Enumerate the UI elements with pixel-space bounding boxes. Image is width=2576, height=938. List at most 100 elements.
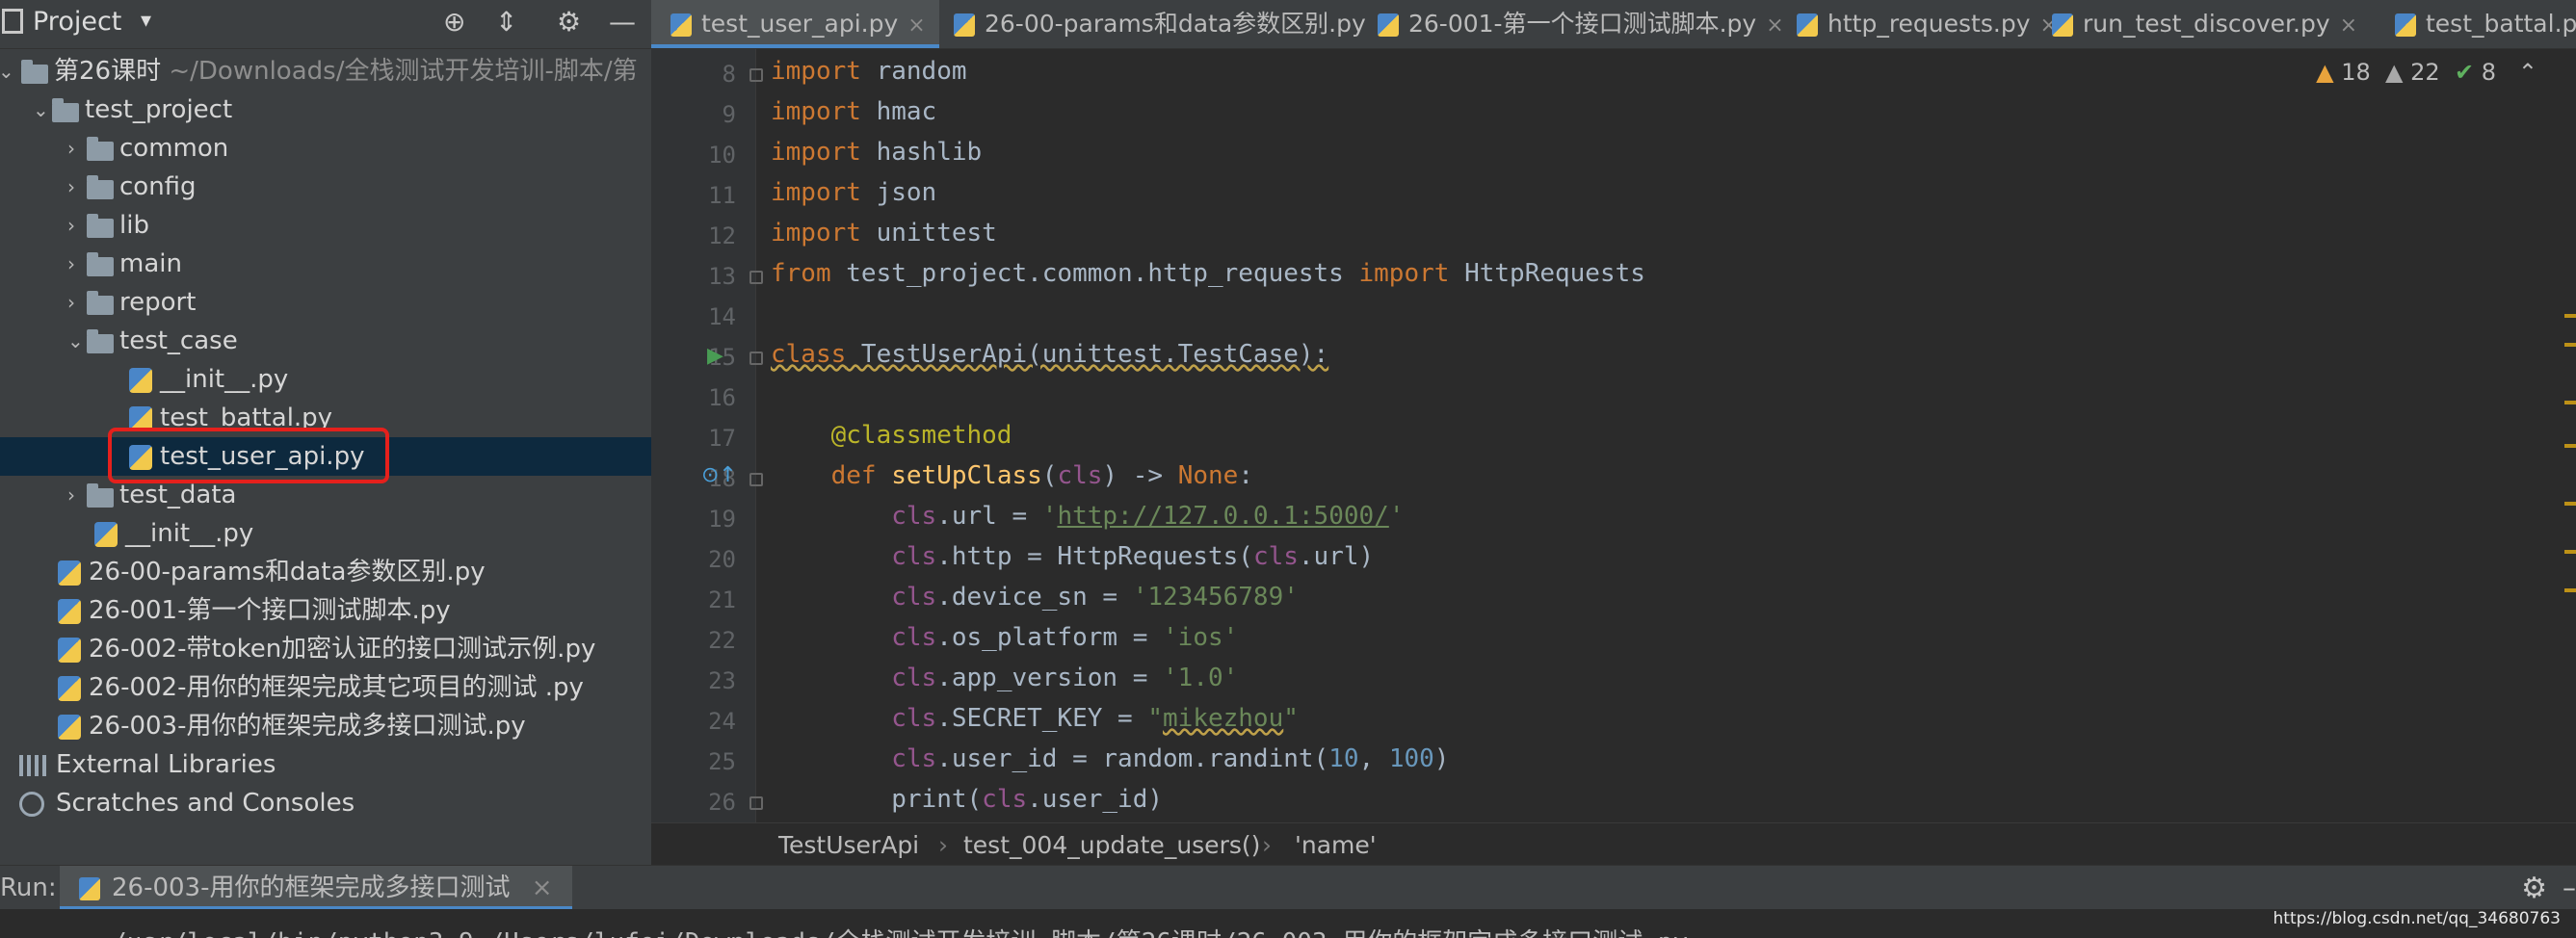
gear-icon[interactable]: ⚙ (557, 6, 581, 38)
code-token: import (771, 97, 861, 126)
breadcrumb-method[interactable]: test_004_update_users() (963, 831, 1260, 859)
fold-toggle-icon[interactable] (749, 352, 763, 365)
tab-label: http_requests.py (1827, 10, 2031, 38)
close-icon[interactable]: × (532, 873, 553, 902)
run-gutter-icon[interactable]: ▶ (707, 344, 723, 368)
tree-folder[interactable]: › report (0, 283, 651, 322)
code-line[interactable]: import unittest (771, 219, 997, 248)
breadcrumb-class[interactable]: TestUserApi (778, 831, 919, 859)
override-gutter-icon[interactable]: ⊙↑ (701, 463, 737, 487)
tree-folder[interactable]: ⌄ 第26课时 ~/Downloads/全栈测试开发培训-脚本/第 (0, 52, 651, 91)
editor-tab[interactable]: 26-001-第一个接口测试脚本.py × (1358, 0, 1798, 48)
chevron-right-icon[interactable]: › (67, 129, 75, 168)
editor-tab[interactable]: test_battal.py (2376, 0, 2576, 48)
code-line[interactable]: import random (771, 57, 967, 86)
line-number: 17 (708, 425, 736, 452)
tree-item-label: External Libraries (56, 750, 276, 779)
chevron-down-icon[interactable]: ⌄ (33, 91, 49, 129)
code-editor[interactable]: 8 9 10 11 12 13 14 15 16 17 18 19 20 21 22 23 24 25 26 ▶ ⊙↑ … (651, 49, 2576, 822)
code-token: cls (891, 502, 937, 531)
chevron-right-icon[interactable]: › (67, 168, 75, 206)
tree-folder[interactable]: ⌄ test_case (0, 322, 651, 360)
scroll-mark[interactable] (2564, 550, 2576, 554)
code-line[interactable]: cls.http = HttpRequests(cls.url) (771, 542, 1374, 571)
code-line[interactable]: cls.app_version = '1.0' (771, 664, 1238, 692)
code-line[interactable]: import json (771, 178, 936, 207)
tree-folder[interactable]: › main (0, 245, 651, 283)
chevron-down-icon[interactable]: ▾ (141, 9, 151, 33)
code-token: .app_version = (936, 664, 1164, 692)
chevron-down-icon[interactable]: ⌄ (67, 322, 84, 360)
code-line[interactable]: cls.url = 'http://127.0.0.1:5000/' (771, 502, 1404, 531)
collapse-all-icon[interactable]: ⇕ (495, 6, 517, 38)
scroll-mark[interactable] (2564, 502, 2576, 506)
tree-folder[interactable]: › config (0, 168, 651, 206)
python-file-icon (1797, 13, 1818, 37)
editor-scrollbar-marks[interactable] (2564, 49, 2576, 822)
tree-file[interactable]: 26-002-带token加密认证的接口测试示例.py (0, 630, 651, 668)
minimize-icon[interactable]: — (609, 6, 636, 38)
run-config-tab[interactable]: 26-003-用你的框架完成多接口测试 × (60, 866, 572, 910)
code-line[interactable]: class TestUserApi(unittest.TestCase): (771, 340, 1328, 369)
code-token: " (1147, 704, 1164, 733)
code-token: cls (891, 664, 937, 692)
code-token: : (1238, 461, 1253, 490)
tree-file[interactable]: __init__.py (0, 514, 651, 553)
run-console[interactable]: /usr/local/bin/python3.9 /Users/lufei/Do… (0, 909, 2576, 938)
tree-file[interactable]: 26-002-用你的框架完成其它项目的测试 .py (0, 668, 651, 707)
close-icon[interactable]: × (2340, 13, 2357, 38)
chevron-right-icon[interactable]: › (67, 476, 75, 514)
tree-file[interactable]: 26-003-用你的框架完成多接口测试.py (0, 707, 651, 745)
code-line[interactable]: def setUpClass(cls) -> None: (771, 461, 1253, 490)
editor-tab[interactable]: 26-00-params和data参数区别.py× (934, 0, 1406, 48)
tree-folder[interactable]: ⌄ test_project (0, 91, 651, 129)
line-number: 21 (708, 586, 736, 613)
chevron-down-icon[interactable]: ⌄ (0, 52, 14, 91)
tree-folder[interactable]: › common (0, 129, 651, 168)
breadcrumb-value[interactable]: 'name' (1295, 831, 1377, 859)
tree-file[interactable]: __init__.py (0, 360, 651, 399)
chevron-up-icon[interactable]: ⌃ (2518, 59, 2537, 86)
project-title[interactable]: Project (33, 7, 121, 37)
inspection-widget[interactable]: ▲ 18 ▲ 22 ✔ 8 ⌃ (2316, 59, 2537, 86)
scroll-mark[interactable] (2564, 401, 2576, 404)
line-number-gutter[interactable]: 8 9 10 11 12 13 14 15 16 17 18 19 20 21 22 23 24 25 26 ▶ ⊙↑ (651, 49, 763, 822)
fold-toggle-icon[interactable] (749, 796, 763, 810)
code-line[interactable]: print(cls.user_id) (771, 785, 1163, 814)
fold-toggle-icon[interactable] (749, 68, 763, 82)
code-token: None (1177, 461, 1239, 490)
fold-toggle-icon[interactable] (749, 271, 763, 284)
fold-toggle-icon[interactable] (749, 473, 763, 486)
python-file-icon (58, 638, 81, 663)
code-line[interactable]: import hashlib (771, 138, 982, 167)
tree-folder[interactable]: › lib (0, 206, 651, 245)
close-icon[interactable]: × (907, 13, 925, 38)
code-line[interactable]: @classmethod (771, 421, 1012, 450)
locate-icon[interactable]: ⊕ (443, 6, 465, 38)
tree-item[interactable]: Scratches and Consoles (0, 784, 651, 822)
code-line[interactable]: import hmac (771, 97, 936, 126)
code-line[interactable]: cls.os_platform = 'ios' (771, 623, 1238, 652)
editor-tab[interactable]: test_user_api.py × (651, 0, 939, 48)
code-line[interactable]: from test_project.common.http_requests i… (771, 259, 1645, 288)
tree-file[interactable]: 26-00-params和data参数区别.py (0, 553, 651, 591)
code-line[interactable]: cls.device_sn = '123456789' (771, 583, 1299, 612)
chevron-right-icon[interactable]: › (67, 245, 75, 283)
code-line[interactable]: cls.user_id = random.randint(10, 100) (771, 744, 1449, 773)
minimize-icon[interactable]: – (2563, 872, 2576, 903)
breadcrumb-separator: › (1262, 831, 1272, 859)
tree-file[interactable]: 26-001-第一个接口测试脚本.py (0, 591, 651, 630)
tree-item[interactable]: External Libraries (0, 745, 651, 784)
scroll-mark[interactable] (2564, 343, 2576, 347)
editor-tab[interactable]: run_test_discover.py × (2033, 0, 2371, 48)
scroll-mark[interactable] (2564, 444, 2576, 448)
chevron-right-icon[interactable]: › (67, 283, 75, 322)
scroll-mark[interactable] (2564, 314, 2576, 318)
chevron-right-icon[interactable]: › (67, 206, 75, 245)
code-token: cls (982, 785, 1028, 814)
code-line[interactable]: cls.SECRET_KEY = "mikezhou" (771, 704, 1299, 733)
scroll-mark[interactable] (2564, 588, 2576, 592)
gear-icon[interactable]: ⚙ (2521, 872, 2547, 905)
editor-tab[interactable]: http_requests.py × (1777, 0, 2071, 48)
tree-item-label: 26-001-第一个接口测试脚本.py (89, 596, 451, 625)
